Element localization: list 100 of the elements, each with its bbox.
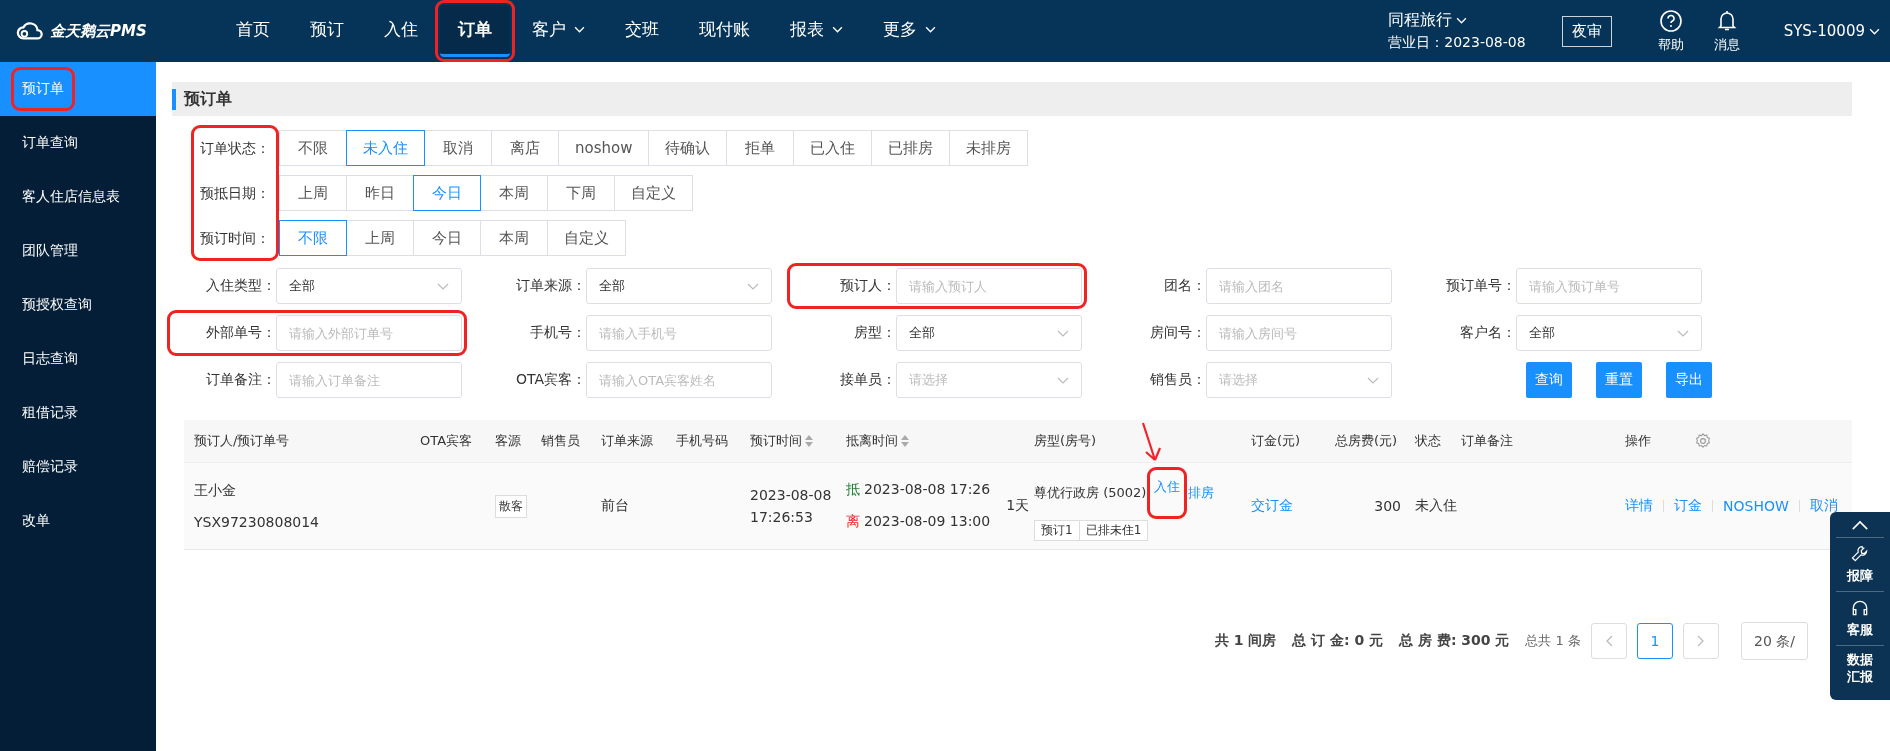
filter-option[interactable]: 离店 bbox=[491, 130, 559, 166]
brand-name: 金天鹅云PMS bbox=[50, 21, 147, 41]
filter-option[interactable]: 自定义 bbox=[614, 175, 693, 211]
input-field[interactable]: 请输入团名 bbox=[1206, 268, 1392, 304]
filter-option[interactable]: 不限 bbox=[279, 130, 347, 166]
chevron-down-icon bbox=[832, 26, 843, 33]
room-type: 尊优行政房 (5002) bbox=[1034, 483, 1147, 502]
page-title: 预订单 bbox=[172, 88, 232, 110]
toolbar-item[interactable]: 客服 bbox=[1836, 590, 1884, 645]
stay-datetime: 2023-08-09 13:00 bbox=[864, 513, 991, 531]
toolbar-item[interactable]: 数据汇报 bbox=[1836, 644, 1884, 692]
column-header: 操作 bbox=[1625, 432, 1651, 450]
summary-text: 总 房 费: 300 元 bbox=[1399, 632, 1510, 650]
sidebar-item[interactable]: 日志查询 bbox=[0, 332, 156, 386]
filter-option[interactable]: 拒单 bbox=[726, 130, 795, 166]
sort-icon[interactable] bbox=[805, 435, 813, 447]
filter-option[interactable]: 取消 bbox=[424, 130, 492, 166]
sidebar-item[interactable]: 团队管理 bbox=[0, 224, 156, 278]
help-button[interactable]: 帮助 bbox=[1651, 8, 1690, 54]
column-header: 订单备注 bbox=[1461, 432, 1513, 450]
input-field[interactable]: 请输入订单备注 bbox=[276, 362, 462, 398]
order-number: YSX97230808014 bbox=[194, 514, 319, 530]
filter-option[interactable]: 本周 bbox=[480, 220, 548, 256]
hotel-switcher[interactable]: 同程旅行 bbox=[1388, 10, 1526, 31]
filter-option[interactable]: 今日 bbox=[413, 220, 481, 256]
input-field[interactable]: 请输入房间号 bbox=[1206, 315, 1392, 351]
summary-text: 总 订 金: 0 元 bbox=[1292, 632, 1384, 650]
filter-option[interactable]: 本周 bbox=[480, 175, 548, 211]
filter-option[interactable]: 已排房 bbox=[871, 130, 951, 166]
sidebar-item[interactable]: 改单 bbox=[0, 494, 156, 548]
booking-time: 2023-08-08 17:26:53 bbox=[750, 485, 833, 527]
booker-name: 王小金 bbox=[194, 482, 236, 500]
nav-item[interactable]: 更多 bbox=[865, 5, 954, 57]
field-label: 预订单号： bbox=[1445, 277, 1516, 295]
toolbar-item[interactable]: 报障 bbox=[1836, 537, 1884, 591]
sidebar-item[interactable]: 订单查询 bbox=[0, 116, 156, 170]
field-label: 预订人： bbox=[839, 277, 896, 295]
filter-label: 预抵日期： bbox=[200, 184, 270, 203]
field-label: 订单备注： bbox=[205, 371, 276, 389]
help-icon bbox=[1658, 8, 1683, 33]
filter-option[interactable]: 昨日 bbox=[346, 175, 414, 211]
nav-item[interactable]: 预订 bbox=[292, 5, 362, 57]
status-text: 未入住 bbox=[1415, 497, 1457, 515]
sidebar-item[interactable]: 客人住店信息表 bbox=[0, 170, 156, 224]
nav-item[interactable]: 客户 bbox=[514, 5, 603, 57]
user-menu[interactable]: SYS-10009 bbox=[1783, 22, 1880, 40]
room-tag: 预订1 bbox=[1034, 519, 1080, 541]
settings-icon[interactable] bbox=[1694, 432, 1712, 450]
sidebar-item[interactable]: 预授权查询 bbox=[0, 278, 156, 332]
nav-item[interactable]: 首页 bbox=[218, 5, 288, 57]
filter-label: 预订时间： bbox=[200, 229, 270, 248]
stay-marker: 离 bbox=[846, 513, 860, 531]
chevron-down-icon bbox=[574, 26, 585, 33]
input-field[interactable]: 请输入外部订单号 bbox=[276, 315, 462, 351]
field-label: 订单来源： bbox=[515, 277, 586, 295]
filter-option[interactable]: 待确认 bbox=[648, 130, 728, 166]
filter-option[interactable]: 下周 bbox=[547, 175, 615, 211]
input-field[interactable]: 请输入预订单号 bbox=[1516, 268, 1702, 304]
sidebar-item[interactable]: 租借记录 bbox=[0, 386, 156, 440]
column-header: 抵离时间 bbox=[846, 432, 898, 450]
sidebar-item[interactable]: 赔偿记录 bbox=[0, 440, 156, 494]
total-count: 总共 1 条 bbox=[1525, 632, 1581, 650]
next-page-button[interactable] bbox=[1683, 623, 1719, 659]
chevron-up-icon[interactable] bbox=[1851, 520, 1869, 531]
column-header: OTA宾客 bbox=[420, 432, 473, 450]
input-field[interactable]: 请输入预订人 bbox=[896, 268, 1082, 304]
select-field[interactable]: 全部 bbox=[586, 268, 772, 304]
previous-page-button[interactable] bbox=[1591, 623, 1627, 659]
night-audit-button[interactable]: 夜审 bbox=[1561, 15, 1612, 47]
field-label: 入住类型： bbox=[205, 277, 276, 295]
select-field[interactable]: 全部 bbox=[276, 268, 462, 304]
field-label: 手机号： bbox=[529, 324, 586, 342]
chevron-down-icon bbox=[1057, 329, 1069, 337]
filter-option[interactable]: noshow bbox=[558, 130, 650, 166]
source-tag: 散客 bbox=[495, 494, 527, 518]
column-header: 预订时间 bbox=[750, 432, 802, 450]
nav-item[interactable]: 交班 bbox=[607, 5, 677, 57]
sort-icon[interactable] bbox=[901, 435, 909, 447]
page-size-select[interactable]: 20 条/ bbox=[1741, 622, 1808, 660]
stay-datetime: 2023-08-08 17:26 bbox=[864, 481, 991, 499]
stay-marker: 抵 bbox=[846, 481, 860, 499]
messages-button[interactable]: 消息 bbox=[1707, 8, 1746, 54]
nav-item[interactable]: 报表 bbox=[772, 5, 861, 57]
column-header: 状态 bbox=[1415, 432, 1441, 450]
nav-item[interactable]: 现付账 bbox=[681, 5, 768, 57]
nav-item[interactable]: 入住 bbox=[366, 5, 436, 57]
chevron-down-icon bbox=[747, 282, 759, 290]
filter-option[interactable]: 自定义 bbox=[547, 220, 626, 256]
chevron-right-icon bbox=[1697, 635, 1705, 647]
filter-option[interactable]: 未排房 bbox=[949, 130, 1029, 166]
column-header: 销售员 bbox=[541, 432, 580, 450]
field-label: 团名： bbox=[1163, 277, 1206, 295]
input-field[interactable]: 请输入手机号 bbox=[586, 315, 772, 351]
input-field[interactable]: 请输入OTA宾客姓名 bbox=[586, 362, 772, 398]
filter-option[interactable]: 上周 bbox=[279, 175, 347, 211]
field-label: 销售员： bbox=[1149, 371, 1206, 389]
select-field[interactable]: 全部 bbox=[896, 315, 1082, 351]
filter-option[interactable]: 上周 bbox=[346, 220, 414, 256]
select-field[interactable]: 全部 bbox=[1516, 315, 1702, 351]
filter-option[interactable]: 已入住 bbox=[793, 130, 873, 166]
